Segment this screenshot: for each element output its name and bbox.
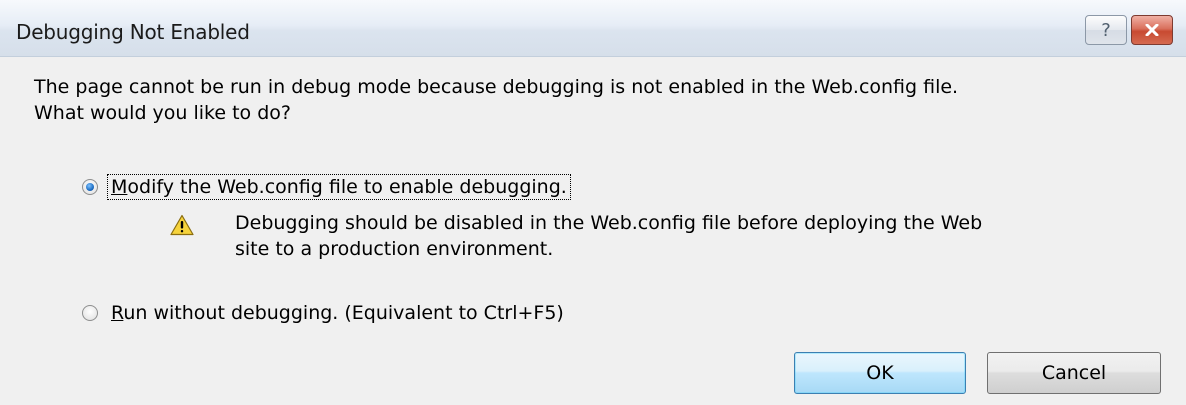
radio-run-without-debugging[interactable] — [82, 305, 98, 321]
option-label-text: odify the Web.config file to enable debu… — [127, 176, 567, 198]
warning-line-2: site to a production environment. — [235, 238, 554, 260]
option-label-text: un without debugging. (Equivalent to Ctr… — [123, 302, 564, 324]
warning-line-1: Debugging should be disabled in the Web.… — [235, 212, 983, 234]
ok-button[interactable]: OK — [794, 352, 966, 394]
window-title: Debugging Not Enabled — [16, 20, 250, 44]
option-modify-webconfig-label[interactable]: Modify the Web.config file to enable deb… — [107, 174, 571, 200]
close-icon — [1145, 24, 1159, 36]
option-run-without-debugging-label[interactable]: Run without debugging. (Equivalent to Ct… — [108, 301, 567, 325]
option-run-without-debugging[interactable]: Run without debugging. (Equivalent to Ct… — [82, 301, 567, 325]
dialog-message: The page cannot be run in debug mode bec… — [34, 74, 1154, 126]
dialog-window: Debugging Not Enabled ? The page cannot … — [0, 0, 1186, 405]
dialog-content: The page cannot be run in debug mode bec… — [0, 57, 1186, 405]
close-button[interactable] — [1131, 15, 1173, 45]
help-button[interactable]: ? — [1085, 15, 1127, 45]
warning-text: Debugging should be disabled in the Web.… — [235, 210, 1155, 262]
help-icon: ? — [1101, 19, 1111, 41]
title-bar[interactable]: Debugging Not Enabled ? — [0, 0, 1186, 57]
option-mnemonic: M — [111, 176, 128, 198]
option-mnemonic: R — [111, 302, 124, 324]
warning-icon — [170, 214, 194, 236]
message-line-2: What would you like to do? — [34, 102, 291, 124]
radio-modify-webconfig[interactable] — [82, 179, 98, 195]
cancel-button[interactable]: Cancel — [987, 352, 1161, 394]
message-line-1: The page cannot be run in debug mode bec… — [34, 76, 959, 98]
option-modify-webconfig[interactable]: Modify the Web.config file to enable deb… — [82, 174, 571, 200]
